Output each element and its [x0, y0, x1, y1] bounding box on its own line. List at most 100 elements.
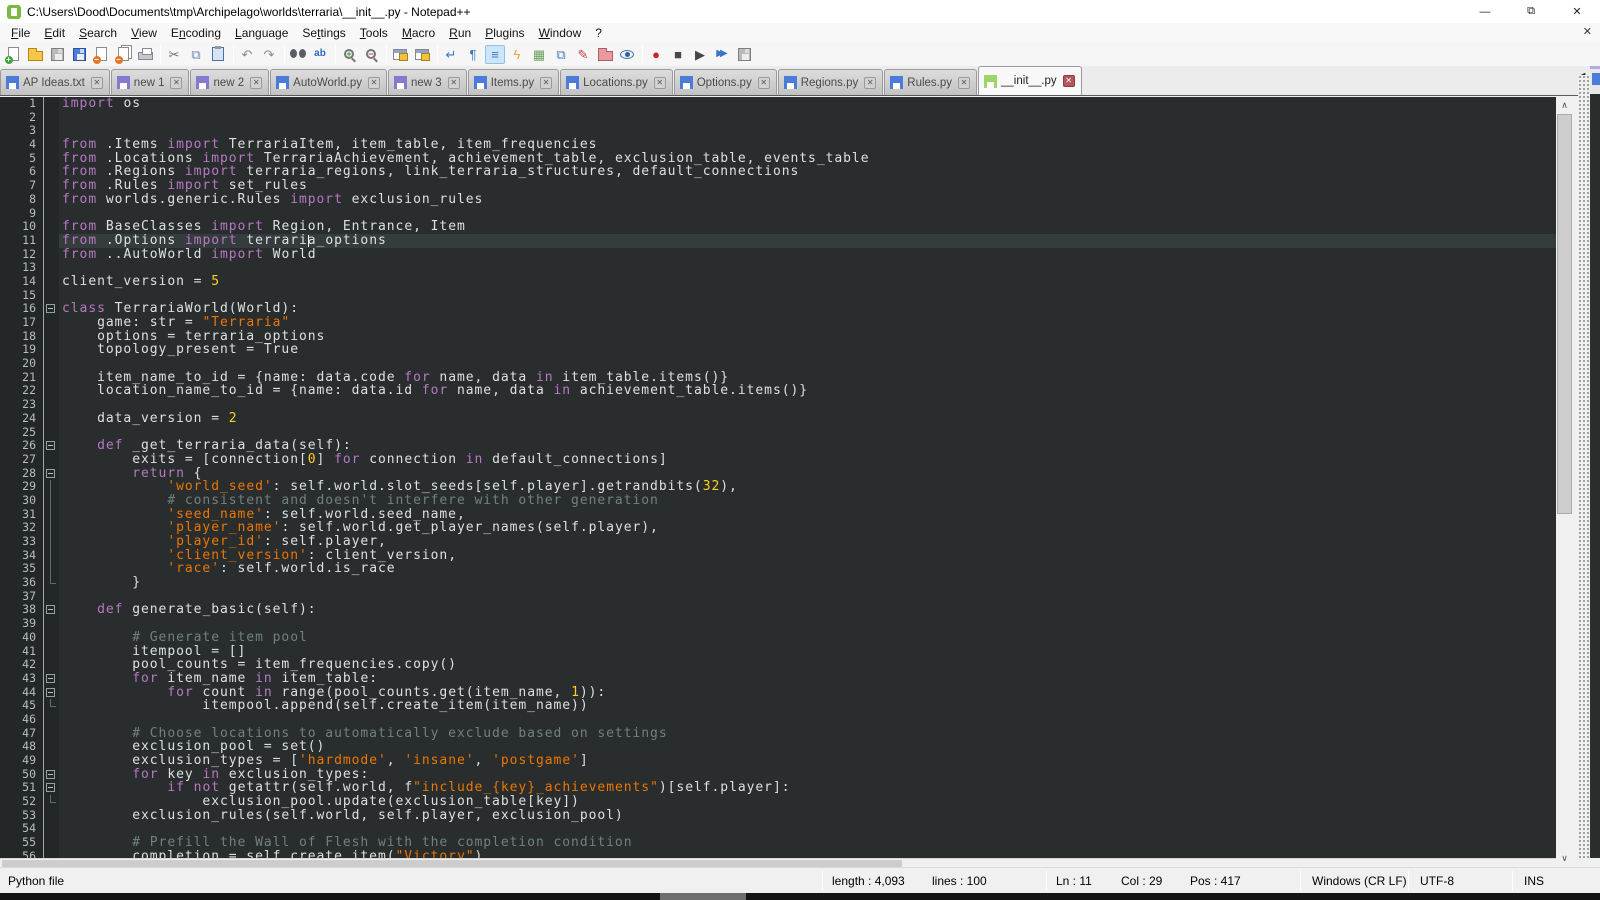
- menu-item-[interactable]: ?: [588, 25, 609, 41]
- tab-close-icon[interactable]: ✕: [170, 77, 182, 89]
- status-encoding[interactable]: UTF-8: [1420, 874, 1454, 888]
- document-list-icon[interactable]: ⧉: [551, 45, 571, 64]
- fold-margin[interactable]: [44, 302, 59, 316]
- fold-collapse-icon[interactable]: [46, 605, 55, 614]
- code-line[interactable]: 51 if not getattr(self.world, f"include_…: [0, 781, 1556, 795]
- code-line[interactable]: 6from .Regions import terraria_regions, …: [0, 165, 1556, 179]
- folder-as-workspace-icon[interactable]: [595, 45, 615, 64]
- show-all-characters-icon[interactable]: ¶: [463, 45, 483, 64]
- code-line[interactable]: 52 exclusion_pool.update(exclusion_table…: [0, 795, 1556, 809]
- tab-close-icon[interactable]: ✕: [864, 77, 876, 89]
- new-file-icon[interactable]: [3, 45, 23, 64]
- code-line[interactable]: 46: [0, 713, 1556, 727]
- word-wrap-icon[interactable]: ↵: [441, 45, 461, 64]
- code-line[interactable]: 5from .Locations import TerrariaAchievem…: [0, 152, 1556, 166]
- tab-close-icon[interactable]: ✕: [540, 77, 552, 89]
- code-line[interactable]: 54: [0, 822, 1556, 836]
- print-icon[interactable]: [135, 45, 155, 64]
- code-line[interactable]: 35 'race': self.world.is_race: [0, 562, 1556, 576]
- tab-ap-ideas-txt[interactable]: AP Ideas.txt✕: [0, 69, 110, 95]
- menu-item-settings[interactable]: Settings: [295, 25, 352, 41]
- code-line[interactable]: 12from ..AutoWorld import World: [0, 248, 1556, 262]
- macro-record-icon[interactable]: ●: [646, 45, 666, 64]
- code-line[interactable]: 4from .Items import TerrariaItem, item_t…: [0, 138, 1556, 152]
- code-line[interactable]: 30 # consistent and doesn't interfere wi…: [0, 494, 1556, 508]
- code-line[interactable]: 26 def _get_terraria_data(self):: [0, 439, 1556, 453]
- close-all-documents-icon[interactable]: [113, 45, 133, 64]
- code-line[interactable]: 21 item_name_to_id = {name: data.code fo…: [0, 371, 1556, 385]
- code-line[interactable]: 56 completion = self.create_item("Victor…: [0, 850, 1556, 858]
- tab-autoworld-py[interactable]: AutoWorld.py✕: [270, 69, 387, 95]
- code-line[interactable]: 8from worlds.generic.Rules import exclus…: [0, 193, 1556, 207]
- fold-margin[interactable]: [44, 768, 59, 782]
- tab-options-py[interactable]: Options.py✕: [674, 69, 777, 95]
- fold-collapse-icon[interactable]: [46, 304, 55, 313]
- code-line[interactable]: 38 def generate_basic(self):: [0, 603, 1556, 617]
- menu-item-language[interactable]: Language: [228, 25, 295, 41]
- fold-collapse-icon[interactable]: [46, 674, 55, 683]
- code-line[interactable]: 39: [0, 617, 1556, 631]
- code-line[interactable]: 14client_version = 5: [0, 275, 1556, 289]
- code-line[interactable]: 34 'client_version': client_version,: [0, 549, 1556, 563]
- fold-margin[interactable]: [44, 686, 59, 700]
- code-line[interactable]: 36 }: [0, 576, 1556, 590]
- tab-close-icon[interactable]: ✕: [250, 77, 262, 89]
- paste-icon[interactable]: [208, 45, 228, 64]
- code-line[interactable]: 44 for count in range(pool_counts.get(it…: [0, 686, 1556, 700]
- code-line[interactable]: 2: [0, 111, 1556, 125]
- menu-item-plugins[interactable]: Plugins: [478, 25, 531, 41]
- fold-margin[interactable]: [44, 603, 59, 617]
- fold-collapse-icon[interactable]: [46, 469, 55, 478]
- code-line[interactable]: 24 data_version = 2: [0, 412, 1556, 426]
- code-line[interactable]: 1import os: [0, 97, 1556, 111]
- edit-marker-icon[interactable]: ✎: [573, 45, 593, 64]
- code-line[interactable]: 27 exits = [connection[0] for connection…: [0, 453, 1556, 467]
- code-line[interactable]: 42 pool_counts = item_frequencies.copy(): [0, 658, 1556, 672]
- tab-new-3[interactable]: new 3✕: [388, 69, 467, 95]
- code-line[interactable]: 29 'world_seed': self.world.slot_seeds[s…: [0, 480, 1556, 494]
- fold-margin[interactable]: [44, 781, 59, 795]
- status-eol[interactable]: Windows (CR LF): [1312, 874, 1407, 888]
- code-line[interactable]: 10from BaseClasses import Region, Entran…: [0, 220, 1556, 234]
- macro-stop-icon[interactable]: ■: [668, 45, 688, 64]
- code-line[interactable]: 50 for key in exclusion_types:: [0, 768, 1556, 782]
- code-line[interactable]: 45 itempool.append(self.create_item(item…: [0, 699, 1556, 713]
- tab-locations-py[interactable]: Locations.py✕: [560, 69, 673, 95]
- macro-save-icon[interactable]: [734, 45, 754, 64]
- find-icon[interactable]: [288, 45, 308, 64]
- vertical-scroll-thumb[interactable]: [1557, 114, 1572, 514]
- menu-item-encoding[interactable]: Encoding: [164, 25, 228, 41]
- tab-new-1[interactable]: new 1✕: [111, 69, 190, 95]
- sync-vertical-scrolling-icon[interactable]: [390, 45, 410, 64]
- code-line[interactable]: 9: [0, 207, 1556, 221]
- zoom-in-icon[interactable]: +: [339, 45, 359, 64]
- code-line[interactable]: 33 'player_id': self.player,: [0, 535, 1556, 549]
- code-line[interactable]: 48 exclusion_pool = set(): [0, 740, 1556, 754]
- code-line[interactable]: 15: [0, 289, 1556, 303]
- status-insert-mode[interactable]: INS: [1524, 874, 1544, 888]
- close-document-icon[interactable]: [91, 45, 111, 64]
- macro-play-icon[interactable]: ▶: [690, 45, 710, 64]
- tab-rules-py[interactable]: Rules.py✕: [884, 69, 977, 95]
- tab-close-icon[interactable]: ✕: [958, 77, 970, 89]
- code-line[interactable]: 11from .Options import terraria_options: [0, 234, 1556, 248]
- scroll-up-arrow[interactable]: ∧: [1556, 97, 1573, 114]
- tab-regions-py[interactable]: Regions.py✕: [778, 69, 884, 95]
- code-line[interactable]: 49 exclusion_types = ['hardmode', 'insan…: [0, 754, 1556, 768]
- close-button[interactable]: ✕: [1554, 0, 1600, 23]
- view-monitor-icon[interactable]: [617, 45, 637, 64]
- code-line[interactable]: 23: [0, 398, 1556, 412]
- tab-close-icon[interactable]: ✕: [758, 77, 770, 89]
- menu-item-tools[interactable]: Tools: [353, 25, 395, 41]
- function-list-icon[interactable]: ϟ: [507, 45, 527, 64]
- code-line[interactable]: 7from .Rules import set_rules: [0, 179, 1556, 193]
- replace-icon[interactable]: ab: [310, 45, 330, 64]
- menu-item-search[interactable]: Search: [72, 25, 124, 41]
- menu-item-file[interactable]: File: [4, 25, 37, 41]
- macro-run-multiple-icon[interactable]: ▶▶: [712, 45, 732, 64]
- tab-close-icon[interactable]: ✕: [368, 77, 380, 89]
- copy-icon[interactable]: ⧉: [186, 45, 206, 64]
- fold-collapse-icon[interactable]: [46, 688, 55, 697]
- code-line[interactable]: 41 itempool = []: [0, 645, 1556, 659]
- vertical-scrollbar[interactable]: ∧ ∨: [1556, 97, 1573, 867]
